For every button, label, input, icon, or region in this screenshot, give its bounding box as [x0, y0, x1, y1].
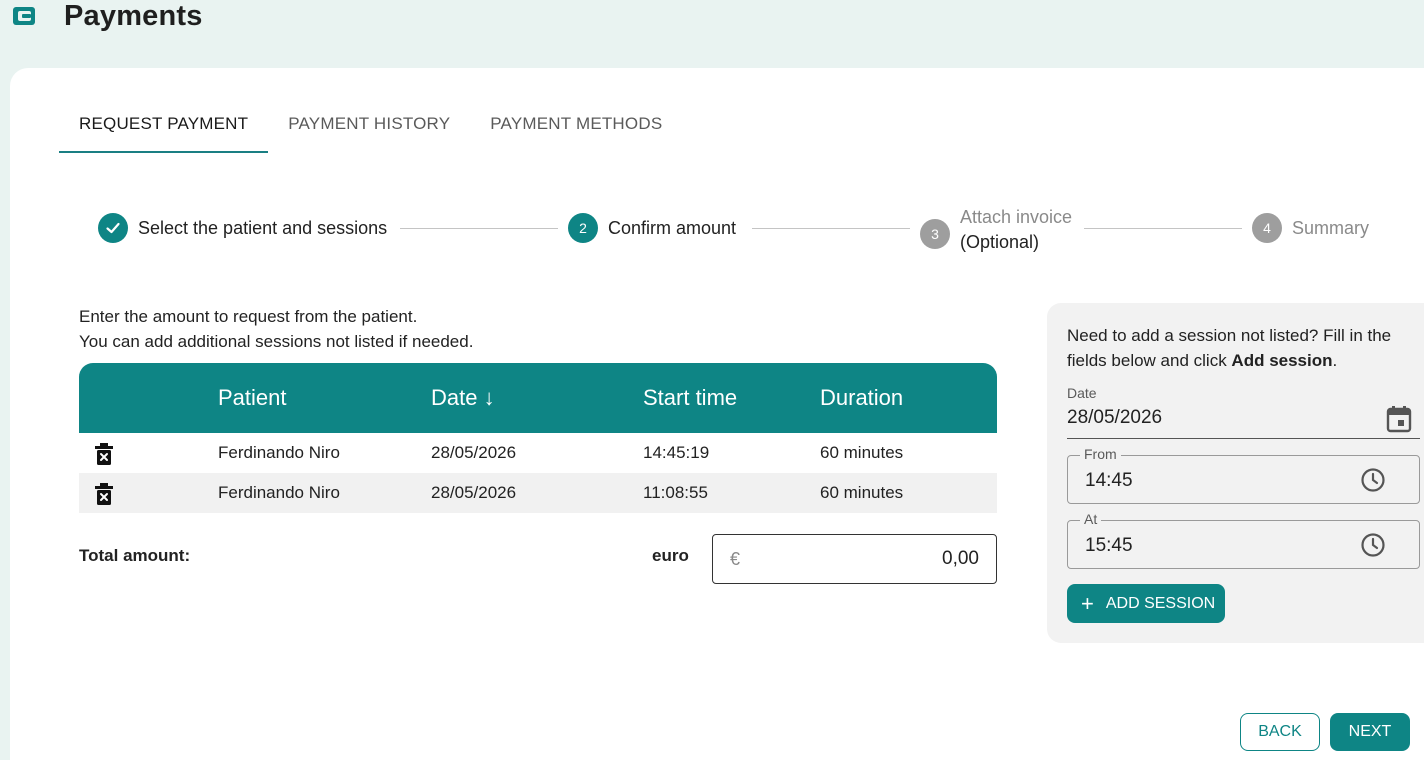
from-label: From — [1080, 446, 1121, 462]
help-bold: Add session — [1231, 351, 1333, 370]
column-header-duration[interactable]: Duration — [820, 385, 903, 411]
at-value: 15:45 — [1085, 535, 1133, 556]
intro-line: Enter the amount to request from the pat… — [79, 307, 418, 326]
clock-icon[interactable] — [1360, 467, 1386, 493]
intro-text: Enter the amount to request from the pat… — [79, 304, 473, 354]
plus-icon: + — [1081, 590, 1094, 616]
step-number: 4 — [1252, 213, 1282, 243]
from-value: 14:45 — [1085, 470, 1133, 491]
at-label: At — [1080, 511, 1102, 527]
check-icon — [98, 213, 128, 243]
next-button[interactable]: NEXT — [1330, 713, 1410, 751]
tab-payment-history[interactable]: PAYMENT HISTORY — [268, 104, 470, 153]
clock-icon[interactable] — [1360, 532, 1386, 558]
delete-icon[interactable] — [93, 442, 115, 466]
step-label: Summary — [1292, 217, 1370, 238]
cell-start-time: 11:08:55 — [643, 483, 708, 502]
table-header: Patient Date ↓ Start time Duration — [79, 363, 997, 433]
at-time-field[interactable]: At 15:45 — [1067, 511, 1420, 569]
date-field[interactable]: Date 28/05/2026 — [1067, 385, 1420, 439]
help-text: Need to add a session not listed? Fill i… — [1067, 326, 1392, 370]
step-attach-invoice: 3 Attach invoice (Optional) — [920, 205, 1072, 255]
tab-bar: REQUEST PAYMENT PAYMENT HISTORY PAYMENT … — [59, 104, 682, 154]
add-session-button[interactable]: + ADD SESSION — [1067, 584, 1225, 623]
step-select-patient: Select the patient and sessions — [98, 213, 387, 243]
column-header-start-time[interactable]: Start time — [643, 385, 737, 411]
cell-patient: Ferdinando Niro — [218, 483, 340, 502]
step-sublabel: (Optional) — [960, 232, 1040, 252]
help-text-end: . — [1332, 351, 1338, 370]
amount-input[interactable]: € 0,00 — [712, 534, 997, 584]
tab-payment-methods[interactable]: PAYMENT METHODS — [470, 104, 682, 153]
step-label: Select the patient and sessions — [138, 217, 388, 238]
step-label-group: Attach invoice (Optional) — [960, 205, 1072, 255]
column-header-date[interactable]: Date ↓ — [431, 385, 495, 411]
step-label: Attach invoice — [960, 207, 1073, 227]
calendar-icon[interactable] — [1386, 405, 1412, 433]
column-header-patient[interactable]: Patient — [218, 385, 287, 411]
add-session-panel: Need to add a session not listed? Fill i… — [1047, 303, 1424, 643]
date-value: 28/05/2026 — [1067, 407, 1163, 428]
cell-patient: Ferdinando Niro — [218, 443, 340, 462]
step-number: 3 — [920, 219, 950, 249]
step-confirm-amount: 2 Confirm amount — [568, 213, 736, 243]
cell-duration: 60 minutes — [820, 443, 904, 462]
step-connector — [400, 228, 558, 229]
cell-date: 28/05/2026 — [431, 443, 517, 462]
step-connector — [1084, 228, 1242, 229]
wallet-icon — [13, 7, 35, 25]
page-title: Payments — [64, 0, 203, 32]
step-number: 2 — [568, 213, 598, 243]
currency-label: euro — [652, 546, 689, 565]
back-button[interactable]: BACK — [1240, 713, 1320, 751]
step-label: Confirm amount — [608, 217, 737, 238]
total-amount-label: Total amount: — [79, 546, 191, 565]
stepper: Select the patient and sessions 2 Confir… — [98, 205, 1398, 255]
delete-icon[interactable] — [93, 482, 115, 506]
euro-prefix: € — [730, 549, 741, 569]
add-session-label: ADD SESSION — [1105, 594, 1216, 612]
cell-date: 28/05/2026 — [431, 483, 517, 502]
intro-line: You can add additional sessions not list… — [79, 332, 474, 351]
amount-value: 0,00 — [942, 548, 979, 569]
cell-start-time: 14:45:19 — [643, 443, 710, 462]
table-row: Ferdinando Niro 28/05/2026 11:08:55 60 m… — [79, 473, 997, 513]
tab-request-payment[interactable]: REQUEST PAYMENT — [59, 104, 269, 153]
from-time-field[interactable]: From 14:45 — [1067, 446, 1420, 504]
step-summary: 4 Summary — [1252, 213, 1369, 243]
step-connector — [752, 228, 910, 229]
sessions-table: Patient Date ↓ Start time Duration Ferdi… — [79, 363, 997, 513]
date-label: Date — [1067, 385, 1097, 401]
app-header: Payments — [0, 0, 1424, 68]
add-session-help: Need to add a session not listed? Fill i… — [1067, 323, 1424, 373]
cell-duration: 60 minutes — [820, 483, 904, 502]
table-row: Ferdinando Niro 28/05/2026 14:45:19 60 m… — [79, 433, 997, 473]
